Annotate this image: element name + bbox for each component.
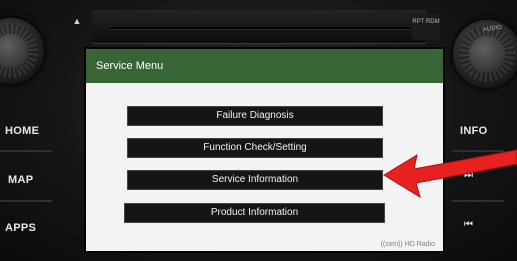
service-information-button[interactable]: Service Information — [127, 170, 383, 190]
home-button[interactable]: HOME — [5, 125, 39, 137]
eject-button[interactable]: ▲ — [64, 12, 90, 30]
bezel-divider — [452, 200, 504, 202]
cd-slot-opening — [110, 27, 410, 29]
bezel-divider — [0, 200, 52, 202]
next-track-button[interactable]: ⏭ — [464, 170, 473, 181]
bezel-divider — [452, 150, 504, 152]
previous-track-button[interactable]: ⏮ — [464, 219, 473, 230]
function-check-setting-button[interactable]: Function Check/Setting — [127, 138, 383, 158]
next-track-icon: ⏭ — [464, 170, 473, 181]
repeat-random-button[interactable]: RPT RDM — [412, 14, 440, 40]
failure-diagnosis-button[interactable]: Failure Diagnosis — [127, 106, 383, 126]
bezel-divider — [0, 150, 52, 152]
radio-logos: ((sxm)) HD Radio — [380, 241, 435, 248]
knob-cap — [469, 36, 505, 72]
previous-track-icon: ⏮ — [464, 219, 473, 230]
display-screen: Service Menu Failure Diagnosis Function … — [84, 47, 445, 253]
menu-header: Service Menu — [86, 49, 443, 83]
map-button[interactable]: MAP — [8, 174, 33, 186]
info-button[interactable]: INFO — [460, 125, 487, 137]
product-information-button[interactable]: Product Information — [124, 203, 385, 223]
apps-button[interactable]: APPS — [5, 222, 36, 234]
page-title: Service Menu — [96, 60, 164, 72]
eject-icon: ▲ — [72, 16, 82, 26]
